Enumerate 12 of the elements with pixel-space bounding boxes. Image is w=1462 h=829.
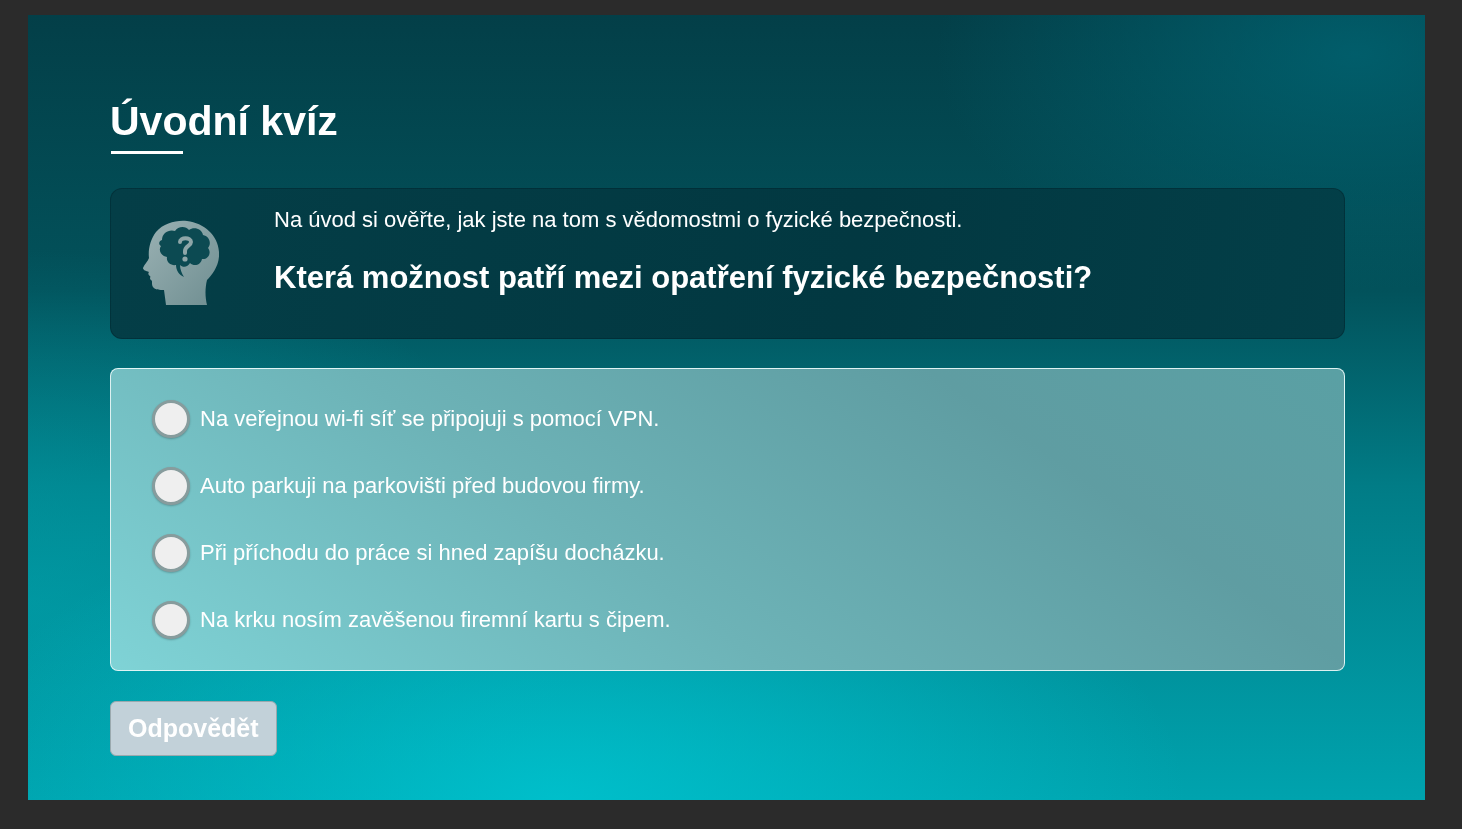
radio-button[interactable] bbox=[152, 534, 190, 572]
radio-button[interactable] bbox=[152, 601, 190, 639]
quiz-title: Úvodní kvíz bbox=[110, 97, 338, 145]
radio-button[interactable] bbox=[152, 467, 190, 505]
answer-option[interactable]: Při příchodu do práce si hned zapíšu docházku. bbox=[200, 539, 665, 567]
answer-option[interactable]: Auto parkuji na parkovišti před budovou firmy. bbox=[200, 472, 645, 500]
head-question-icon bbox=[142, 220, 219, 305]
question-text: Která možnost patří mezi opatření fyzické bezpečnosti? bbox=[274, 260, 1093, 296]
intro-text: Na úvod si ověřte, jak jste na tom s vědomostmi o fyzické bezpečnosti. bbox=[274, 207, 964, 233]
radio-button[interactable] bbox=[152, 400, 190, 438]
answer-option[interactable]: Na veřejnou wi-fi síť se připojuji s pomocí VPN. bbox=[200, 405, 660, 433]
answer-option[interactable]: Na krku nosím zavěšenou firemní kartu s čipem. bbox=[200, 606, 671, 634]
